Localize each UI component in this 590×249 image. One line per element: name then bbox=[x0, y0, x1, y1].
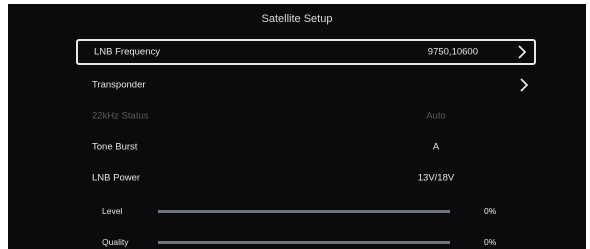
menu-item-label: Tone Burst bbox=[92, 141, 138, 153]
meter-value: 0% bbox=[484, 206, 497, 216]
menu-item-lnb-power[interactable]: LNB Power 13V/18V bbox=[76, 165, 536, 191]
menu-item-label: LNB Frequency bbox=[94, 46, 161, 58]
signal-level-bar bbox=[158, 210, 450, 213]
menu-item-value: 9750,10600 bbox=[427, 46, 478, 58]
menu-item-value: Auto bbox=[426, 110, 446, 122]
menu-item-value: 13V/18V bbox=[417, 172, 455, 184]
satellite-setup-screen: Satellite Setup LNB Frequency 9750,10600… bbox=[8, 4, 586, 249]
menu-item-label: 22kHz Status bbox=[92, 110, 149, 122]
page-title: Satellite Setup bbox=[261, 13, 333, 25]
menu-item-tone-burst[interactable]: Tone Burst A bbox=[76, 134, 536, 160]
chevron-right-icon bbox=[518, 45, 527, 59]
menu-item-value: A bbox=[432, 141, 440, 153]
signal-quality-bar bbox=[158, 241, 450, 244]
meter-value: 0% bbox=[484, 237, 497, 247]
menu-item-lnb-frequency[interactable]: LNB Frequency 9750,10600 bbox=[76, 39, 536, 65]
chevron-right-icon bbox=[520, 78, 529, 92]
signal-level-meter: Level 0% bbox=[76, 203, 536, 219]
meter-label: Quality bbox=[102, 237, 129, 247]
signal-quality-meter: Quality 0% bbox=[76, 234, 536, 249]
menu-item-22khz-status: 22kHz Status Auto bbox=[76, 103, 536, 129]
meter-label: Level bbox=[102, 206, 123, 216]
menu-item-label: Transponder bbox=[92, 79, 146, 91]
menu-item-label: LNB Power bbox=[92, 172, 141, 184]
menu-item-transponder[interactable]: Transponder bbox=[76, 72, 536, 98]
